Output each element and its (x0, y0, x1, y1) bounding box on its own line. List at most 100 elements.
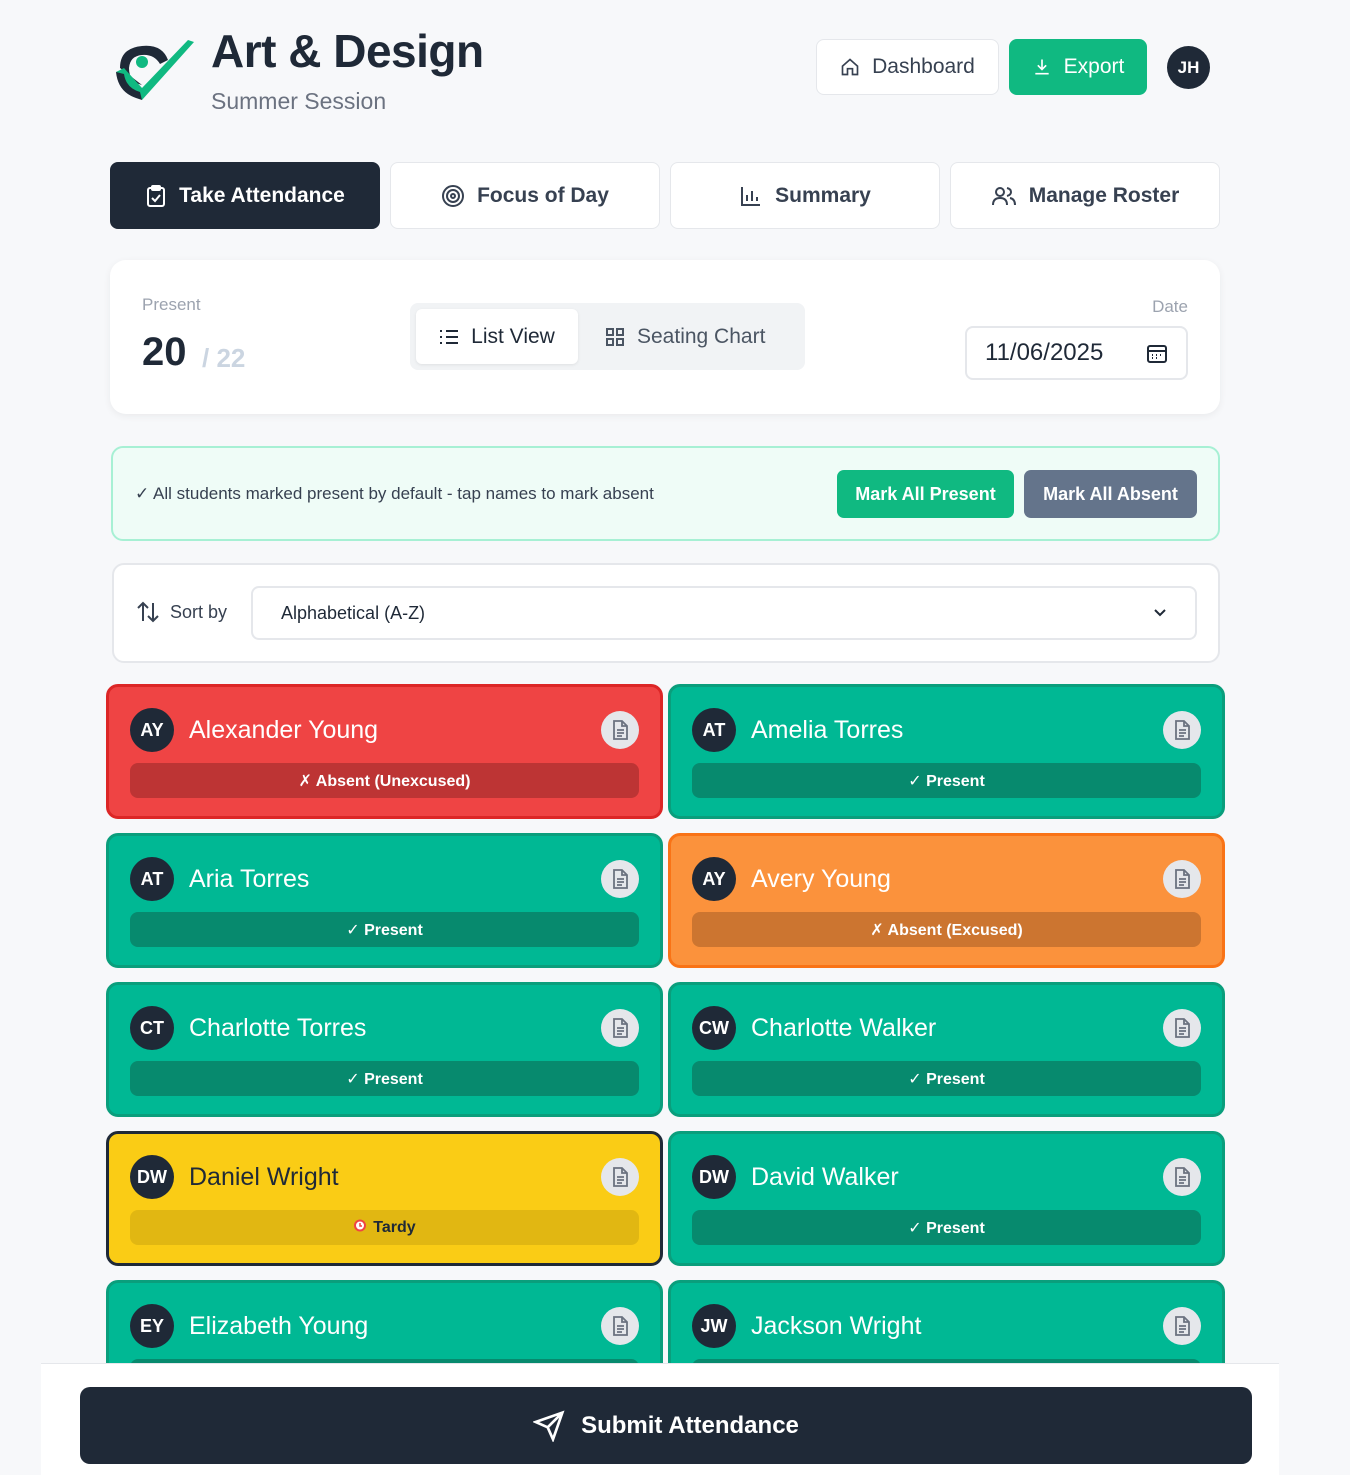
tab-label: Focus of Day (477, 183, 609, 207)
export-button[interactable]: Export (1009, 39, 1147, 95)
student-avatar: CW (692, 1006, 736, 1050)
student-name: Charlotte Torres (189, 1014, 367, 1042)
status-label: ✗ Absent (Excused) (870, 921, 1023, 939)
student-card[interactable]: DW Daniel Wright Tardy (106, 1131, 663, 1266)
main-tabs: Take Attendance Focus of Day Summary Man… (110, 162, 1220, 229)
student-avatar: AT (130, 857, 174, 901)
student-note-button[interactable] (1163, 860, 1201, 898)
present-count: 20 (142, 330, 187, 374)
submit-label: Submit Attendance (581, 1411, 799, 1439)
present-total: / 22 (202, 343, 246, 373)
date-label: Date (1152, 297, 1188, 316)
tab-label: Manage Roster (1028, 183, 1180, 207)
tab-summary[interactable]: Summary (670, 162, 940, 229)
student-card[interactable]: EY Elizabeth Young (106, 1280, 663, 1364)
tab-take-attendance[interactable]: Take Attendance (110, 162, 380, 229)
student-name: Daniel Wright (189, 1163, 339, 1191)
document-icon (1175, 1316, 1190, 1336)
tab-label: Summary (775, 183, 871, 207)
sort-selected-value: Alphabetical (A-Z) (281, 602, 426, 623)
student-grid: AY Alexander Young ✗ Absent (Unexcused) AT A… (106, 684, 1226, 1364)
student-avatar: DW (130, 1155, 174, 1199)
student-note-button[interactable] (1163, 1009, 1201, 1047)
status-label: ✓ Present (908, 772, 985, 790)
document-icon (613, 1316, 628, 1336)
student-name: Alexander Young (189, 716, 379, 744)
student-note-button[interactable] (1163, 1307, 1201, 1345)
student-note-button[interactable] (601, 1158, 639, 1196)
document-icon (613, 869, 628, 889)
student-card[interactable]: CW Charlotte Walker ✓ Present (668, 982, 1225, 1117)
student-name: Amelia Torres (751, 716, 904, 744)
date-field[interactable]: 11/06/2025 (965, 326, 1188, 380)
users-icon (991, 186, 1016, 205)
student-note-button[interactable] (601, 860, 639, 898)
attendance-status-badge: ✓ Present (130, 912, 639, 947)
mark-all-present-button[interactable]: Mark All Present (837, 470, 1014, 518)
student-note-button[interactable] (601, 1307, 639, 1345)
list-view-button[interactable]: List View (416, 309, 578, 364)
list-view-label: List View (471, 324, 555, 348)
student-card[interactable]: AY Avery Young ✗ Absent (Excused) (668, 833, 1225, 968)
student-note-button[interactable] (601, 1009, 639, 1047)
tab-label: Take Attendance (179, 183, 345, 207)
student-name: Elizabeth Young (189, 1312, 369, 1340)
document-icon (1175, 869, 1190, 889)
seating-chart-button[interactable]: Seating Chart (605, 309, 795, 364)
document-icon (613, 1167, 628, 1187)
sort-arrows-icon (137, 601, 159, 623)
document-icon (613, 720, 628, 740)
info-banner: ✓ All students marked present by default… (111, 446, 1220, 541)
list-icon (440, 329, 459, 344)
student-avatar: DW (692, 1155, 736, 1199)
student-name: Avery Young (751, 865, 891, 893)
attendance-status-badge: ✗ Absent (Excused) (692, 912, 1201, 947)
submit-footer: Submit Attendance (41, 1363, 1279, 1475)
logo-check-icon (116, 40, 194, 100)
document-icon (1175, 1167, 1190, 1187)
student-note-button[interactable] (1163, 711, 1201, 749)
student-name: Charlotte Walker (751, 1014, 937, 1042)
student-note-button[interactable] (601, 711, 639, 749)
grid-icon (606, 327, 624, 346)
student-card[interactable]: AT Aria Torres ✓ Present (106, 833, 663, 968)
present-label: Present (142, 295, 201, 314)
student-avatar: AT (692, 708, 736, 752)
tab-focus-of-day[interactable]: Focus of Day (390, 162, 660, 229)
dashboard-button[interactable]: Dashboard (816, 39, 999, 95)
info-text: ✓ All students marked present by default… (135, 484, 654, 503)
sort-label: Sort by (170, 601, 228, 622)
status-label: ✓ Present (346, 1070, 423, 1088)
seating-chart-label: Seating Chart (637, 324, 766, 348)
student-card[interactable]: JW Jackson Wright (668, 1280, 1225, 1364)
student-card[interactable]: CT Charlotte Torres ✓ Present (106, 982, 663, 1117)
app-title: Art & Design (211, 25, 484, 77)
attendance-status-badge: ✓ Present (692, 1210, 1201, 1245)
student-avatar: AY (130, 708, 174, 752)
student-card[interactable]: AT Amelia Torres ✓ Present (668, 684, 1225, 819)
sort-select[interactable]: Alphabetical (A-Z) (251, 586, 1197, 640)
target-icon (442, 184, 465, 207)
bar-chart-icon (741, 186, 761, 206)
document-icon (1175, 720, 1190, 740)
student-note-button[interactable] (1163, 1158, 1201, 1196)
tab-manage-roster[interactable]: Manage Roster (950, 162, 1220, 229)
status-label: ✓ Present (908, 1219, 985, 1237)
student-card[interactable]: DW David Walker ✓ Present (668, 1131, 1225, 1266)
sort-card: Sort by Alphabetical (A-Z) (112, 563, 1220, 663)
app-header: Art & Design Summer Session Dashboard Ex… (110, 22, 1220, 122)
student-avatar: JW (692, 1304, 736, 1348)
user-avatar[interactable]: JH (1167, 46, 1210, 89)
calendar-icon (1147, 345, 1167, 363)
app-subtitle: Summer Session (211, 88, 387, 114)
student-name: Aria Torres (189, 865, 310, 893)
download-icon (1034, 59, 1049, 75)
student-card[interactable]: AY Alexander Young ✗ Absent (Unexcused) (106, 684, 663, 819)
home-icon (841, 58, 859, 76)
attendance-status-badge: Tardy (130, 1210, 639, 1245)
export-label: Export (1063, 55, 1125, 78)
student-avatar: AY (692, 857, 736, 901)
submit-attendance-button[interactable]: Submit Attendance (80, 1387, 1252, 1464)
mark-all-absent-button[interactable]: Mark All Absent (1024, 470, 1197, 518)
attendance-status-badge: ✗ Absent (Unexcused) (130, 763, 639, 798)
